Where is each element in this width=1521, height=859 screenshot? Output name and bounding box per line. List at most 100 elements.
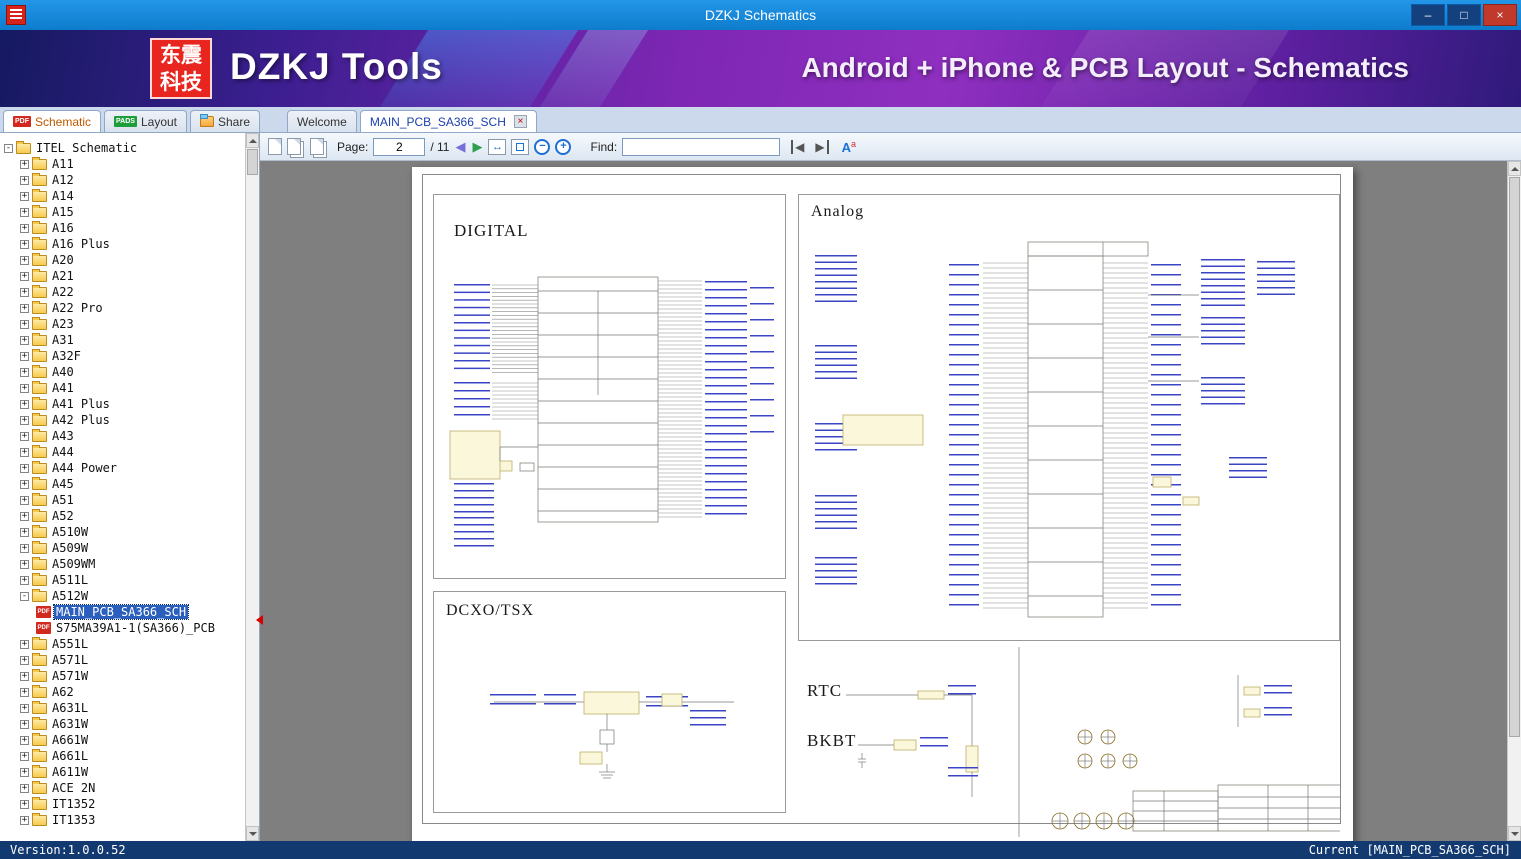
expand-icon[interactable]: + xyxy=(20,815,29,825)
tree-item-folder[interactable]: + A510W xyxy=(0,524,245,540)
viewer-scrollbar[interactable] xyxy=(1507,161,1521,841)
continuous-view-icon[interactable] xyxy=(287,138,301,155)
expand-icon[interactable]: + xyxy=(20,687,29,697)
expand-icon[interactable]: + xyxy=(20,559,29,569)
tree-item-folder[interactable]: + A23 xyxy=(0,316,245,332)
tree-item-folder[interactable]: + A42 Plus xyxy=(0,412,245,428)
expand-icon[interactable]: + xyxy=(20,447,29,457)
tree-item-folder[interactable]: + A22 Pro xyxy=(0,300,245,316)
scrollbar-thumb[interactable] xyxy=(247,149,258,175)
tree-item-folder[interactable]: + A43 xyxy=(0,428,245,444)
facing-pages-view-icon[interactable] xyxy=(310,138,324,155)
tree-item-folder[interactable]: + A32F xyxy=(0,348,245,364)
close-button[interactable]: × xyxy=(1483,4,1517,26)
tree-item-folder[interactable]: + A509W xyxy=(0,540,245,556)
tree-item-folder[interactable]: + A16 Plus xyxy=(0,236,245,252)
tree-item-folder[interactable]: + A611W xyxy=(0,764,245,780)
expand-icon[interactable]: + xyxy=(20,703,29,713)
previous-page-button[interactable]: ◀ xyxy=(454,139,466,155)
expand-icon[interactable]: + xyxy=(20,495,29,505)
tree-item-folder[interactable]: + A21 xyxy=(0,268,245,284)
expand-icon[interactable]: + xyxy=(20,575,29,585)
tab-schematic[interactable]: PDF Schematic xyxy=(3,110,102,132)
scroll-down-icon[interactable] xyxy=(246,826,259,841)
tab-layout[interactable]: PADS Layout xyxy=(104,110,187,132)
tree-item-folder[interactable]: - A512W xyxy=(0,588,245,604)
tree-item-folder[interactable]: + A14 xyxy=(0,188,245,204)
expand-icon[interactable]: + xyxy=(20,223,29,233)
expand-icon[interactable]: + xyxy=(20,799,29,809)
tree-item-folder[interactable]: + A62 xyxy=(0,684,245,700)
expand-icon[interactable]: + xyxy=(20,639,29,649)
expand-icon[interactable]: + xyxy=(20,783,29,793)
tree-item-folder[interactable]: + A12 xyxy=(0,172,245,188)
expand-icon[interactable]: + xyxy=(20,751,29,761)
collapse-sidebar-arrow-icon[interactable] xyxy=(251,615,263,625)
tree-item-folder[interactable]: + A16 xyxy=(0,220,245,236)
expand-icon[interactable]: + xyxy=(20,319,29,329)
tree-item-folder[interactable]: + A22 xyxy=(0,284,245,300)
expand-icon[interactable]: + xyxy=(20,271,29,281)
tree-item-folder[interactable]: + A15 xyxy=(0,204,245,220)
expand-icon[interactable]: + xyxy=(20,239,29,249)
doc-tab-main-pcb[interactable]: MAIN_PCB_SA366_SCH × xyxy=(359,110,537,132)
expand-icon[interactable]: + xyxy=(20,415,29,425)
find-previous-button[interactable]: ◀ xyxy=(791,139,804,154)
fit-width-button[interactable]: ↔ xyxy=(488,138,507,155)
expand-icon[interactable]: + xyxy=(20,655,29,665)
tree-item-folder[interactable]: + A571W xyxy=(0,668,245,684)
tree-item-folder[interactable]: + IT1352 xyxy=(0,796,245,812)
tree-item-folder[interactable]: + ACE 2N xyxy=(0,780,245,796)
expand-icon[interactable]: + xyxy=(20,159,29,169)
tree-item-folder[interactable]: + A41 xyxy=(0,380,245,396)
tree-item-folder[interactable]: + A44 Power xyxy=(0,460,245,476)
expand-icon[interactable]: + xyxy=(20,335,29,345)
tree-item-file[interactable]: PDF S75MA39A1-1(SA366)_PCB xyxy=(0,620,245,636)
expand-icon[interactable]: + xyxy=(20,543,29,553)
tree-item-folder[interactable]: + A11 xyxy=(0,156,245,172)
maximize-button[interactable]: □ xyxy=(1447,4,1481,26)
expand-icon[interactable]: + xyxy=(20,207,29,217)
expand-icon[interactable]: + xyxy=(20,399,29,409)
doc-tab-welcome[interactable]: Welcome xyxy=(287,110,357,132)
tree-item-file[interactable]: PDF MAIN_PCB_SA366_SCH xyxy=(0,604,245,620)
expand-icon[interactable]: + xyxy=(20,463,29,473)
tree-item-folder[interactable]: + A41 Plus xyxy=(0,396,245,412)
expand-icon[interactable]: + xyxy=(20,767,29,777)
page-number-input[interactable] xyxy=(373,137,426,156)
expand-icon[interactable]: + xyxy=(20,367,29,377)
schematic-page[interactable]: DIGITAL Analog DCXO/TSX RTC BKBT xyxy=(412,167,1353,841)
expand-icon[interactable]: + xyxy=(20,191,29,201)
tree-item-folder[interactable]: + A51 xyxy=(0,492,245,508)
match-case-button[interactable]: Aa xyxy=(842,139,856,155)
scroll-up-icon[interactable] xyxy=(1508,161,1521,176)
expand-icon[interactable]: + xyxy=(20,255,29,265)
expand-icon[interactable]: + xyxy=(20,719,29,729)
tree-item-folder[interactable]: + A551L xyxy=(0,636,245,652)
tree-item-folder[interactable]: + A661L xyxy=(0,748,245,764)
pdf-viewer[interactable]: DIGITAL Analog DCXO/TSX RTC BKBT xyxy=(260,161,1521,841)
next-page-button[interactable]: ▶ xyxy=(471,139,483,155)
find-next-button[interactable]: ▶ xyxy=(815,139,829,154)
fit-page-button[interactable] xyxy=(511,138,530,155)
expand-icon[interactable]: + xyxy=(20,511,29,521)
tree-item-folder[interactable]: - ITEL Schematic xyxy=(0,140,245,156)
tree-item-folder[interactable]: + A40 xyxy=(0,364,245,380)
expand-icon[interactable]: + xyxy=(20,431,29,441)
tree-item-folder[interactable]: + A20 xyxy=(0,252,245,268)
tree-item-folder[interactable]: + A661W xyxy=(0,732,245,748)
expand-icon[interactable]: + xyxy=(20,671,29,681)
close-tab-icon[interactable]: × xyxy=(513,115,527,128)
tree-item-folder[interactable]: + A52 xyxy=(0,508,245,524)
scroll-up-icon[interactable] xyxy=(246,133,259,148)
tree-item-folder[interactable]: + A571L xyxy=(0,652,245,668)
expand-icon[interactable]: + xyxy=(20,735,29,745)
zoom-in-button[interactable]: + xyxy=(555,138,572,155)
tree-scrollbar[interactable] xyxy=(245,133,259,841)
expand-icon[interactable]: + xyxy=(20,479,29,489)
zoom-out-button[interactable]: − xyxy=(534,138,551,155)
tree-item-folder[interactable]: + A44 xyxy=(0,444,245,460)
single-page-view-icon[interactable] xyxy=(268,138,282,155)
tree-item-folder[interactable]: + A511L xyxy=(0,572,245,588)
tab-share[interactable]: Share xyxy=(190,110,261,132)
